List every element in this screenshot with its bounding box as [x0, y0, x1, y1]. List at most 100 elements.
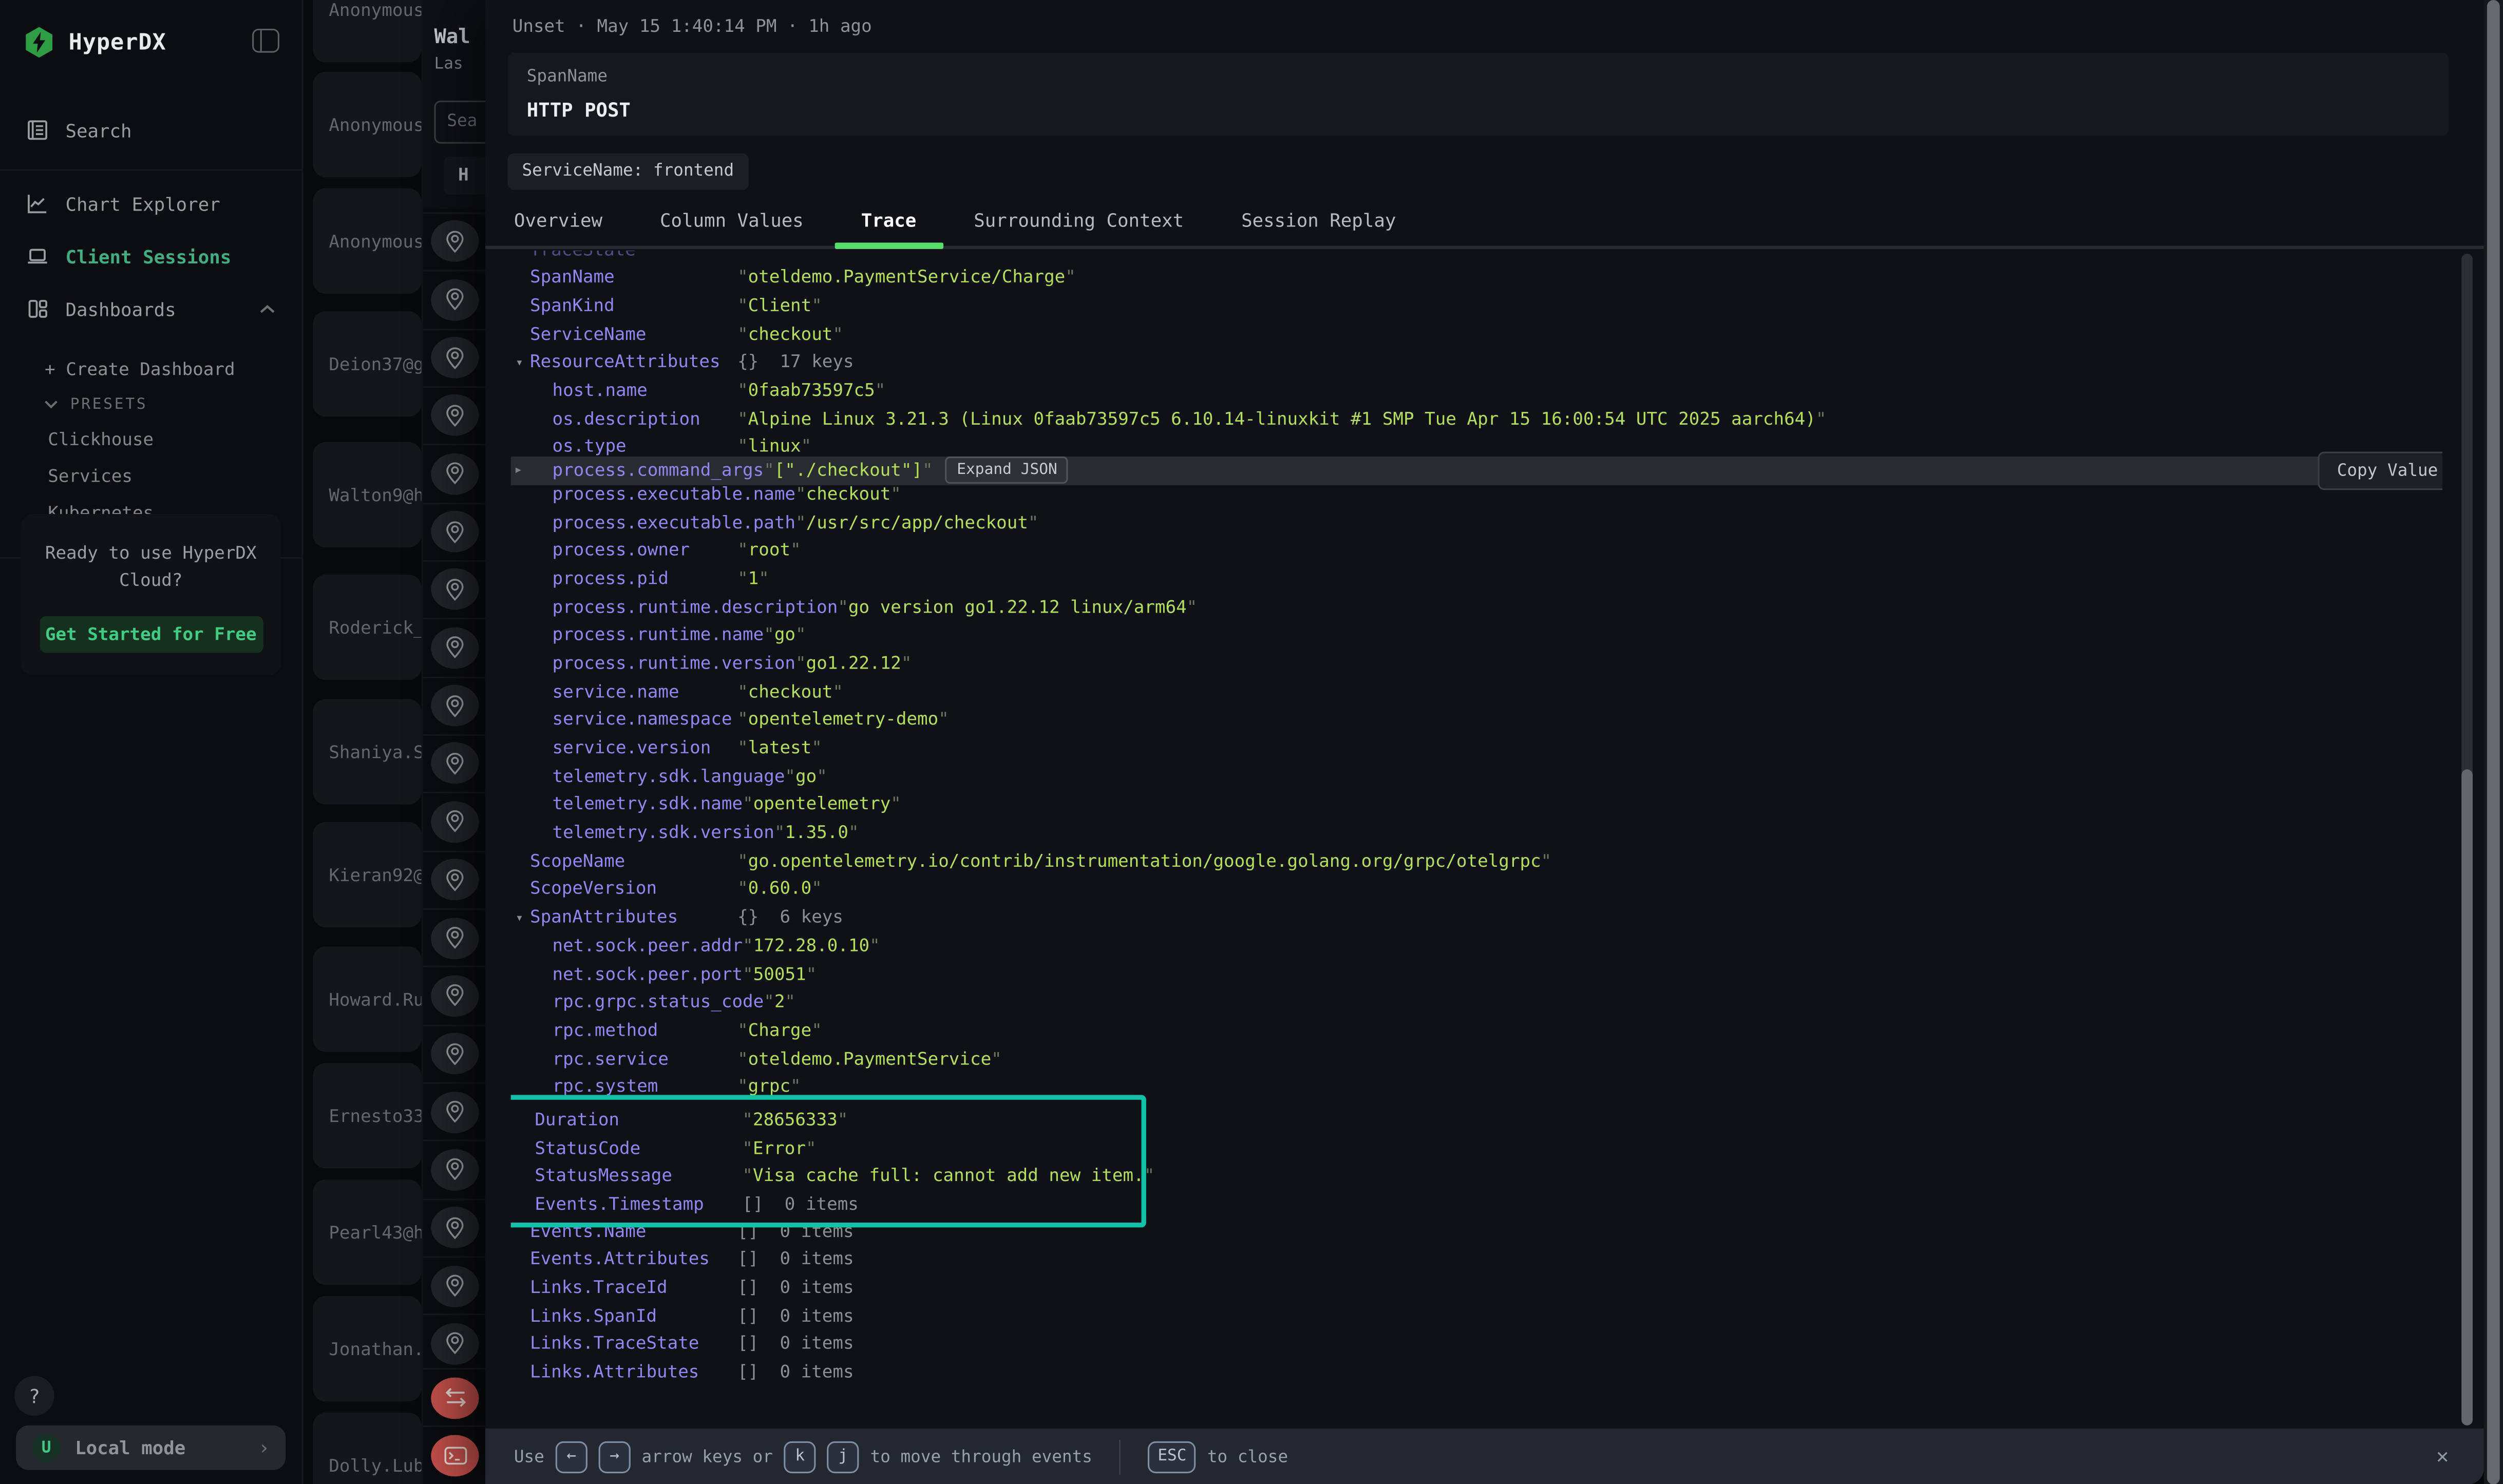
timeline-event-cell[interactable] [423, 1198, 485, 1256]
timeline-event-cell[interactable] [423, 734, 485, 792]
timeline-event-cell[interactable] [423, 792, 485, 850]
timeline-event-cell[interactable] [423, 444, 485, 502]
trace-attribute-row[interactable]: ScopeName"go.opentelemetry.io/contrib/in… [511, 847, 2442, 875]
timeline-event-cell[interactable] [423, 850, 485, 908]
inner-scrollbar[interactable] [2461, 254, 2473, 1425]
trace-attribute-row[interactable]: StatusMessage"Visa cache full: cannot ad… [516, 1162, 1142, 1190]
session-card[interactable]: Dolly.Lubo [313, 1413, 421, 1484]
trace-attribute-row[interactable]: net.sock.peer.addr"172.28.0.10" [511, 931, 2442, 960]
session-card[interactable]: Anonymous [313, 72, 421, 177]
session-card[interactable]: Pearl43@ho [313, 1179, 421, 1285]
trace-attribute-row[interactable]: process.runtime.name"go" [511, 621, 2442, 649]
trace-attribute-row[interactable]: ▾SpanAttributes{} 6 keys [511, 903, 2442, 931]
sidebar-item-chart-explorer[interactable]: Chart Explorer [0, 177, 301, 230]
trace-attribute-row[interactable]: Duration"28656333" [516, 1106, 1142, 1134]
trace-attribute-row[interactable]: service.name"checkout" [511, 677, 2442, 706]
preset-services[interactable]: Services [0, 458, 301, 494]
get-started-button[interactable]: Get Started for Free [39, 616, 262, 653]
user-mode-pill[interactable]: U Local mode › [16, 1425, 286, 1470]
search-input[interactable]: Sea [434, 101, 485, 144]
timeline-event-cell[interactable] [423, 908, 485, 966]
filter-chip[interactable]: H [444, 157, 485, 195]
trace-attribute-row[interactable]: telemetry.sdk.language"go" [511, 762, 2442, 790]
trace-attribute-row[interactable]: Links.TraceState[] 0 items [511, 1330, 2442, 1358]
timeline-event-cell[interactable] [423, 966, 485, 1024]
tab-overview[interactable]: Overview [514, 209, 602, 245]
trace-attribute-row[interactable]: ▾ResourceAttributes{} 17 keys [511, 348, 2442, 376]
scrollbar-thumb[interactable] [2461, 769, 2473, 1425]
window-scrollbar[interactable] [2484, 0, 2503, 1484]
timeline-event-cell[interactable] [423, 386, 485, 444]
session-card[interactable]: Walton9@ho [313, 442, 421, 547]
tab-session-replay[interactable]: Session Replay [1241, 209, 1396, 245]
sidebar-item-search[interactable]: Search [0, 104, 301, 157]
trace-attribute-row[interactable]: ScopeVersion"0.60.0" [511, 875, 2442, 903]
trace-attribute-row[interactable]: ServiceName"checkout" [511, 320, 2442, 348]
session-card[interactable]: Deion37@gm [313, 311, 421, 416]
tab-trace[interactable]: Trace [861, 209, 917, 245]
trace-attribute-row[interactable]: process.runtime.version"go1.22.12" [511, 649, 2442, 677]
window-scrollbar-thumb[interactable] [2487, 0, 2500, 1484]
trace-attribute-row[interactable]: process.executable.path"/usr/src/app/che… [511, 508, 2442, 536]
session-card[interactable]: Shaniya.So [313, 699, 421, 804]
trace-attribute-row[interactable]: telemetry.sdk.version"1.35.0" [511, 819, 2442, 847]
copy-value-button[interactable]: Copy Value [2318, 451, 2442, 490]
trace-attribute-row[interactable]: service.namespace"opentelemetry-demo" [511, 706, 2442, 734]
trace-attribute-row[interactable]: ▸process.command_args"["./checkout"]"Exp… [511, 456, 2318, 484]
create-dashboard-button[interactable]: + Create Dashboard [0, 351, 301, 388]
service-name-tag[interactable]: ServiceName: frontend [507, 153, 748, 189]
trace-attribute-row[interactable]: rpc.method"Charge" [511, 1016, 2442, 1044]
trace-attribute-row[interactable]: TraceState [511, 251, 2442, 263]
expand-json-button[interactable]: Expand JSON [945, 456, 1068, 484]
close-icon[interactable]: ✕ [2436, 1444, 2449, 1469]
attribute-key: Events.Timestamp [535, 1194, 742, 1214]
session-card[interactable]: Howard.Run [313, 946, 421, 1052]
timeline-event-cell[interactable] [423, 618, 485, 676]
trace-attribute-row[interactable]: service.version"latest" [511, 734, 2442, 762]
timeline-event-cell[interactable] [423, 1315, 485, 1372]
session-card[interactable]: Ernesto33@ [313, 1063, 421, 1168]
trace-attribute-row[interactable]: rpc.service"oteldemo.PaymentService" [511, 1044, 2442, 1073]
session-card[interactable]: Kieran92@h [313, 822, 421, 927]
trace-attribute-row[interactable]: net.sock.peer.port"50051" [511, 960, 2442, 988]
timeline-event-cell[interactable] [423, 1024, 485, 1082]
session-card[interactable]: Roderick_S [313, 575, 421, 680]
trace-attribute-row[interactable]: Links.Attributes[] 0 items [511, 1358, 2442, 1386]
tab-surrounding-context[interactable]: Surrounding Context [974, 209, 1184, 245]
timeline-event-cell[interactable] [423, 212, 485, 270]
trace-attribute-row[interactable]: Events.Attributes[] 0 items [511, 1245, 2442, 1273]
timeline-event-cell[interactable] [423, 270, 485, 328]
sidebar-collapse-icon[interactable] [252, 29, 279, 53]
trace-attribute-row[interactable]: SpanName"oteldemo.PaymentService/Charge" [511, 263, 2442, 292]
trace-attribute-row[interactable]: process.owner"root" [511, 536, 2442, 564]
trace-attribute-row[interactable]: process.runtime.description"go version g… [511, 593, 2442, 621]
preset-clickhouse[interactable]: Clickhouse [0, 422, 301, 458]
sidebar-item-client-sessions[interactable]: Client Sessions [0, 230, 301, 283]
timeline-error-cell[interactable] [423, 1368, 485, 1425]
timeline-event-cell[interactable] [423, 1082, 485, 1140]
timeline-event-cell[interactable] [423, 1140, 485, 1198]
tab-column-values[interactable]: Column Values [660, 209, 804, 245]
trace-attribute-row[interactable]: os.description"Alpine Linux 3.21.3 (Linu… [511, 405, 2442, 433]
timeline-event-cell[interactable] [423, 502, 485, 560]
trace-attribute-row[interactable]: rpc.grpc.status_code"2" [511, 988, 2442, 1016]
timeline-event-cell[interactable] [423, 1257, 485, 1314]
presets-header[interactable]: PRESETS [0, 388, 301, 421]
timeline-event-cell[interactable] [423, 328, 485, 386]
timeline-error-cell[interactable] [423, 1425, 485, 1483]
trace-attribute-row[interactable]: telemetry.sdk.name"opentelemetry" [511, 790, 2442, 819]
session-card[interactable]: Anonymous [313, 0, 421, 62]
sidebar-item-dashboards[interactable]: Dashboards [0, 282, 301, 335]
trace-attribute-row[interactable]: StatusCode"Error" [516, 1134, 1142, 1162]
session-card[interactable]: Anonymous [313, 188, 421, 294]
session-card[interactable]: Jonathan.B [313, 1296, 421, 1401]
trace-attribute-row[interactable]: Events.Timestamp[] 0 items [516, 1190, 1142, 1219]
timeline-event-cell[interactable] [423, 676, 485, 734]
timeline-event-cell[interactable] [423, 560, 485, 618]
help-button[interactable]: ? [14, 1376, 54, 1416]
trace-attribute-row[interactable]: SpanKind"Client" [511, 292, 2442, 320]
trace-attribute-row[interactable]: process.pid"1" [511, 564, 2442, 593]
trace-attribute-row[interactable]: Links.TraceId[] 0 items [511, 1273, 2442, 1302]
trace-attribute-row[interactable]: Links.SpanId[] 0 items [511, 1302, 2442, 1330]
trace-attribute-row[interactable]: host.name"0faab73597c5" [511, 376, 2442, 405]
